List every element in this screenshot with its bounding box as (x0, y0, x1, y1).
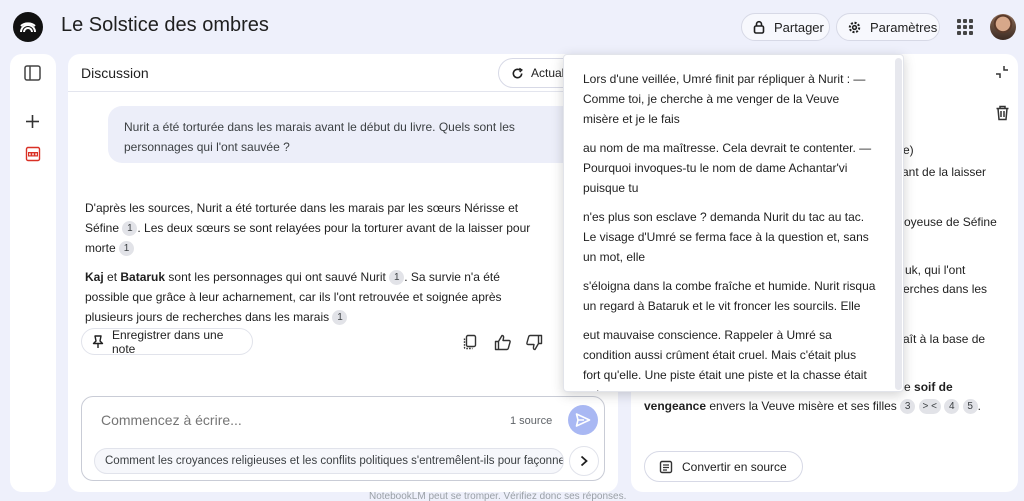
answer-text: . Les deux sœurs se sont relayées pour l… (85, 221, 531, 255)
trash-icon[interactable] (995, 105, 1010, 121)
share-button[interactable]: Partager (741, 13, 830, 41)
collapse-icon[interactable] (995, 65, 1009, 79)
lock-icon (752, 20, 766, 34)
user-message: Nurit a été torturée dans les marais ava… (108, 106, 588, 163)
notebook-logo-icon[interactable] (13, 12, 43, 42)
answer-paragraph: Kaj et Bataruk sont les personnages qui … (85, 267, 545, 327)
refresh-icon (511, 67, 524, 80)
answer-bold-text: Bataruk (120, 270, 166, 284)
suggested-question[interactable]: Comment les croyances religieuses et les… (94, 448, 564, 474)
copy-icon[interactable] (459, 331, 481, 353)
disclaimer: NotebookLM peut se tromper. Vérifiez don… (369, 491, 627, 501)
note-text: . (977, 399, 981, 413)
note-fragment: ant de la laisser (902, 165, 987, 179)
citation-chip[interactable]: 5 (962, 399, 978, 414)
assistant-answer: D'après les sources, Nurit a été torturé… (85, 198, 545, 336)
chat-input[interactable] (101, 412, 481, 428)
note-fragment: aît à la base de (903, 332, 986, 346)
popover-scrollbar[interactable] (895, 58, 902, 390)
send-button[interactable] (568, 405, 598, 435)
answer-bold-text: Kaj (85, 270, 104, 284)
citation-chip[interactable]: 1 (332, 310, 348, 325)
convert-to-source-label: Convertir en source (682, 459, 787, 474)
chat-panel: Discussion Actualiser Nurit a été tortur… (68, 54, 618, 492)
answer-text: et (103, 270, 121, 284)
chat-composer: 1 source Comment les croyances religieus… (81, 396, 605, 481)
note-text: e (904, 380, 915, 394)
next-suggestion-button[interactable] (569, 446, 599, 476)
note-fragment: uk, qui l'ont (905, 263, 966, 277)
pdf-icon[interactable] (25, 146, 41, 162)
avatar[interactable] (990, 14, 1016, 40)
source-excerpt-chunk: s'éloigna dans la combe fraîche et humid… (583, 279, 876, 313)
note-fragment: erches dans les (903, 282, 988, 296)
notebook-title[interactable]: Le Solstice des ombres (61, 14, 269, 37)
source-excerpt-chunk: n'es plus son esclave ? demanda Nurit du… (583, 210, 869, 264)
pin-icon (92, 334, 104, 349)
citation-chip[interactable]: 3 (900, 399, 916, 414)
sources-rail (10, 54, 56, 492)
send-icon (575, 412, 591, 428)
sidebar-toggle-icon[interactable] (24, 65, 41, 81)
document-icon (659, 460, 673, 474)
note-text: envers la Veuve misère et ses filles (706, 399, 897, 413)
source-citation-popover: Lors d'une veillée, Umré finit par répli… (563, 54, 904, 392)
note-bold-text: vengeance (644, 399, 707, 413)
settings-button-label: Paramètres (870, 19, 938, 35)
citation-chip[interactable]: 1 (389, 270, 405, 285)
note-fragment: e) (903, 143, 914, 157)
share-button-label: Partager (774, 19, 824, 35)
source-excerpt-chunk: eut mauvaise conscience. Rappeler à Umré… (583, 328, 867, 391)
source-excerpt-chunk: au nom de ma maîtresse. Cela devrait te … (583, 141, 872, 195)
settings-button[interactable]: Paramètres (836, 13, 940, 41)
citation-chip[interactable]: 1 (122, 221, 138, 236)
answer-text: sont les personnages qui ont sauvé Nurit (165, 270, 386, 284)
chat-title: Discussion (81, 65, 149, 81)
chevron-right-icon (579, 455, 589, 467)
convert-to-source-button[interactable]: Convertir en source (644, 451, 803, 482)
thumbs-down-icon[interactable] (523, 331, 545, 353)
gear-icon (847, 20, 862, 35)
note-fragment: e soif de (904, 377, 953, 397)
citation-chip[interactable]: > < (918, 399, 941, 414)
top-bar: Le Solstice des ombres Partager Paramètr… (0, 0, 1024, 54)
note-fragment: oyeuse de Séfine (904, 215, 997, 229)
note-bold-text: soif de (914, 380, 953, 394)
source-excerpt: Lors d'une veillée, Umré finit par répli… (564, 55, 894, 391)
citation-chip[interactable]: 1 (119, 241, 135, 256)
apps-grid-icon[interactable] (957, 19, 973, 35)
save-to-note-button[interactable]: Enregistrer dans une note (81, 327, 253, 356)
source-excerpt-chunk: Lors d'une veillée, Umré finit par répli… (583, 72, 866, 126)
plus-icon[interactable] (25, 114, 40, 129)
save-to-note-label: Enregistrer dans une note (112, 327, 224, 356)
thumbs-up-icon[interactable] (492, 331, 514, 353)
source-count: 1 source (510, 415, 553, 427)
citation-chip[interactable]: 4 (944, 399, 960, 414)
note-fragment: vengeance envers la Veuve misère et ses … (644, 396, 981, 416)
chat-header: Discussion Actualiser (68, 54, 618, 92)
answer-paragraph: D'après les sources, Nurit a été torturé… (85, 198, 545, 258)
